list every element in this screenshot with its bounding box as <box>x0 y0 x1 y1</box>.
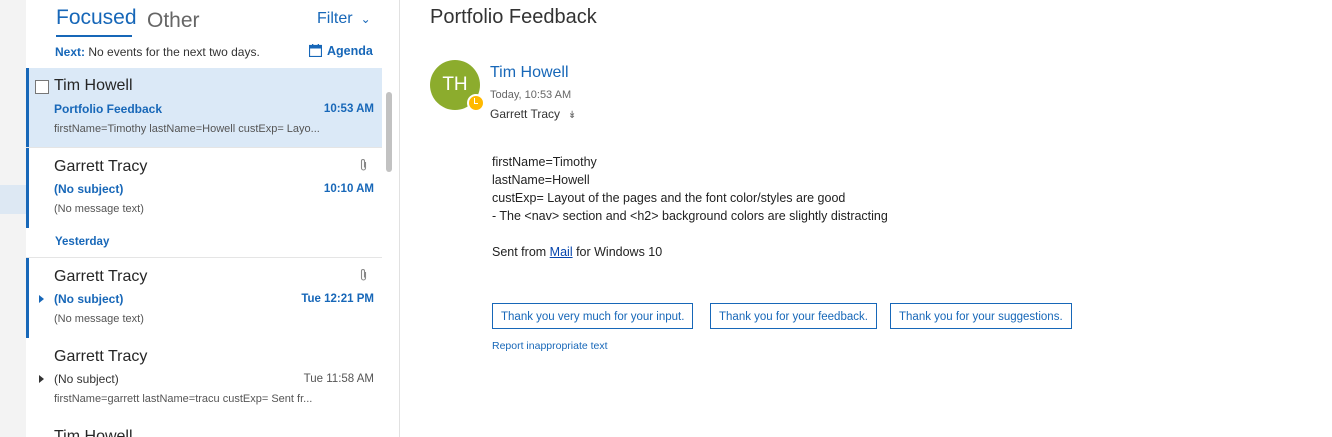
tab-other[interactable]: Other <box>147 9 200 33</box>
message-preview: (No message text) <box>54 313 144 325</box>
suggested-reply-button[interactable]: Thank you very much for your input. <box>492 303 694 329</box>
nav-rail <box>0 0 26 437</box>
message-time: 10:10 AM <box>323 183 374 195</box>
sender-name[interactable]: Tim Howell <box>490 64 569 82</box>
paperclip-icon <box>360 269 367 281</box>
suggested-reply-button[interactable]: Thank you for your feedback. <box>710 303 877 329</box>
message-body: firstName=Timothy lastName=Howell custEx… <box>492 153 888 261</box>
message-sender: Garrett Tracy <box>54 348 148 365</box>
tab-focused-underline <box>56 35 132 37</box>
list-item[interactable]: Garrett Tracy (No subject) 10:10 AM (No … <box>26 148 382 228</box>
list-scrollbar[interactable] <box>386 92 392 172</box>
message-preview: firstName=Timothy lastName=Howell custEx… <box>54 123 320 135</box>
next-events: Next: No events for the next two days. <box>55 45 260 59</box>
group-header-yesterday: Yesterday <box>55 236 110 248</box>
paperclip-icon <box>360 159 367 171</box>
message-time: Tue 11:58 AM <box>303 373 374 385</box>
mail-link[interactable]: Mail <box>550 245 573 259</box>
chevron-down-icon: ⌄ <box>360 12 371 26</box>
message-subject: (No subject) <box>54 372 119 386</box>
next-text: No events for the next two days. <box>88 45 260 59</box>
message-subject: Portfolio Feedback <box>54 102 163 116</box>
next-label: Next: <box>55 45 86 59</box>
signature-suffix: for Windows 10 <box>572 245 663 259</box>
message-time: 10:53 AM <box>323 103 374 115</box>
recipient-name: Garrett Tracy <box>490 107 561 121</box>
sent-time: Today, 10:53 AM <box>490 89 572 101</box>
message-subject: (No subject) <box>54 292 124 306</box>
signature: Sent from Mail for Windows 10 <box>492 243 888 261</box>
message-sender: Tim Howell <box>54 77 133 94</box>
nav-rail-selected-item[interactable] <box>0 185 26 214</box>
message-sender: Tim Howell <box>54 428 133 437</box>
agenda-label: Agenda <box>327 44 373 58</box>
filter-label: Filter <box>317 10 353 27</box>
suggested-reply-button[interactable]: Thank you for your suggestions. <box>890 303 1072 329</box>
message-sender: Garrett Tracy <box>54 268 148 285</box>
message-list-pane: Focused Other Filter ⌄ Next: No events fo… <box>26 0 400 437</box>
filter-button[interactable]: Filter ⌄ <box>317 10 371 28</box>
signature-prefix: Sent from <box>492 245 550 259</box>
list-item[interactable]: Tim Howell Portfolio Feedback 10:53 AM f… <box>26 68 382 147</box>
list-item[interactable]: Garrett Tracy (No subject) Tue 12:21 PM … <box>26 258 382 338</box>
message-sender: Garrett Tracy <box>54 158 148 175</box>
expand-conversation-icon[interactable] <box>39 295 44 303</box>
report-link[interactable]: Report inappropriate text <box>492 340 608 352</box>
body-line: custExp= Layout of the pages and the fon… <box>492 191 846 205</box>
list-item[interactable]: Tim Howell <box>26 418 382 437</box>
unread-accent-bar <box>26 68 29 147</box>
message-title: Portfolio Feedback <box>430 6 597 28</box>
body-line: firstName=Timothy <box>492 155 597 169</box>
unread-accent-bar <box>26 148 29 228</box>
reading-pane: Portfolio Feedback TH Tim Howell Today, … <box>400 0 1332 437</box>
expand-recipients-icon[interactable]: ↡ <box>568 110 576 121</box>
body-line: - The <nav> section and <h2> background … <box>492 209 888 223</box>
tab-focused[interactable]: Focused <box>56 6 137 30</box>
calendar-icon <box>309 44 322 57</box>
recipient: Garrett Tracy ↡ <box>490 107 576 121</box>
message-subject: (No subject) <box>54 182 124 196</box>
body-line: lastName=Howell <box>492 173 590 187</box>
select-checkbox[interactable] <box>35 80 49 94</box>
unread-accent-bar <box>26 258 29 338</box>
message-preview: (No message text) <box>54 203 144 215</box>
clock-icon <box>467 94 485 112</box>
expand-conversation-icon[interactable] <box>39 375 44 383</box>
agenda-button[interactable]: Agenda <box>309 44 373 58</box>
list-item[interactable]: Garrett Tracy (No subject) Tue 11:58 AM … <box>26 338 382 418</box>
message-time: Tue 12:21 PM <box>301 293 374 305</box>
message-preview: firstName=garrett lastName=tracu custExp… <box>54 393 313 405</box>
